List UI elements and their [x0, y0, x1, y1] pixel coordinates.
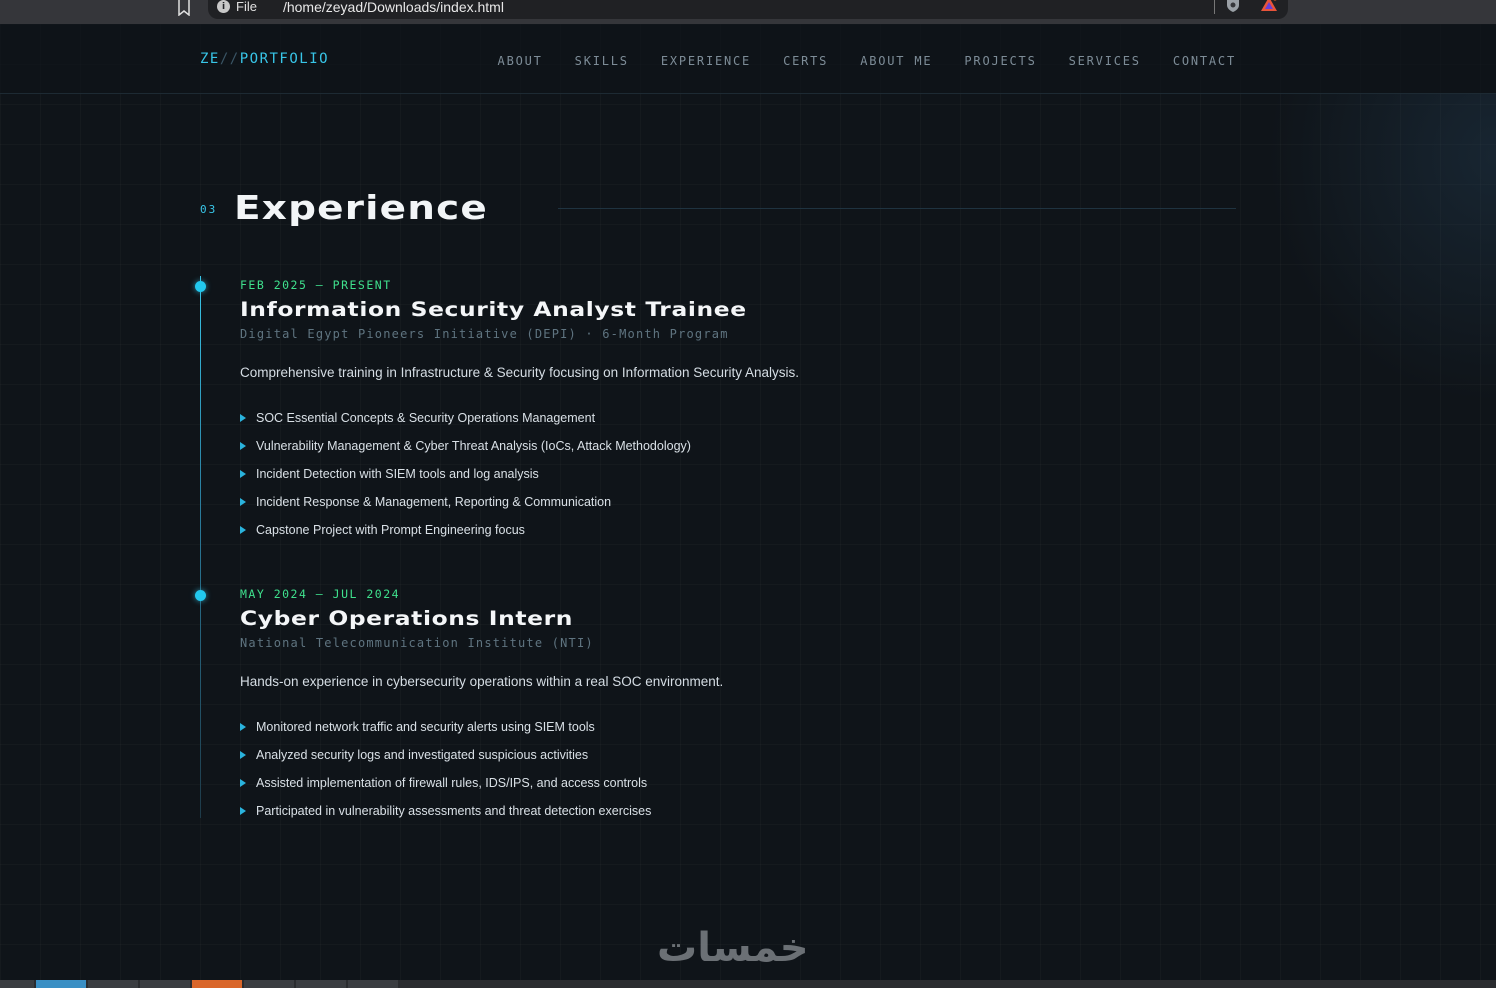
- entry-organization: Digital Egypt Pioneers Initiative (DEPI)…: [240, 327, 729, 341]
- triangle-bullet-icon: [240, 779, 246, 787]
- nav-link-about[interactable]: ABOUT: [498, 54, 543, 68]
- nav-menu: ABOUT SKILLS EXPERIENCE CERTS ABOUT ME P…: [498, 54, 1236, 68]
- list-item-text: Incident Detection with SIEM tools and l…: [256, 467, 539, 481]
- triangle-bullet-icon: [240, 470, 246, 478]
- os-taskbar: [0, 980, 1496, 988]
- url-text[interactable]: /home/zeyad/Downloads/index.html: [283, 0, 504, 15]
- nav-link-certs[interactable]: CERTS: [783, 54, 828, 68]
- taskbar-item[interactable]: [36, 980, 86, 988]
- section-divider: [558, 208, 1236, 209]
- taskbar-item[interactable]: [296, 980, 346, 988]
- watermark-logo: خمسات: [657, 925, 809, 971]
- timeline-dot: [195, 281, 206, 292]
- list-item-text: Analyzed security logs and investigated …: [256, 748, 589, 762]
- nav-link-experience[interactable]: EXPERIENCE: [661, 54, 751, 68]
- timeline-line: [200, 276, 201, 818]
- entry-date: FEB 2025 — PRESENT: [240, 278, 392, 292]
- list-item: SOC Essential Concepts & Security Operat…: [240, 404, 1140, 432]
- address-bar[interactable]: i File /home/zeyad/Downloads/index.html: [208, 0, 1288, 19]
- nav-link-projects[interactable]: PROJECTS: [964, 54, 1036, 68]
- list-item-text: Assisted implementation of firewall rule…: [256, 776, 648, 790]
- shield-icon[interactable]: [1226, 0, 1240, 12]
- triangle-bullet-icon: [240, 526, 246, 534]
- triangle-bullet-icon: [240, 807, 246, 815]
- logo-separator: //: [219, 51, 240, 67]
- timeline-dot: [195, 590, 206, 601]
- info-icon[interactable]: i: [217, 0, 230, 13]
- list-item: Assisted implementation of firewall rule…: [240, 769, 1140, 797]
- entry-bullet-list: SOC Essential Concepts & Security Operat…: [240, 404, 1140, 544]
- triangle-bullet-icon: [240, 723, 246, 731]
- list-item: Vulnerability Management & Cyber Threat …: [240, 432, 1140, 460]
- browser-toolbar: i File /home/zeyad/Downloads/index.html: [0, 0, 1496, 24]
- nav-link-about-me[interactable]: ABOUT ME: [860, 54, 932, 68]
- section-number: 03: [200, 203, 218, 216]
- address-divider: [1214, 0, 1215, 14]
- triangle-bullet-icon: [240, 442, 246, 450]
- list-item: Monitored network traffic and security a…: [240, 713, 1140, 741]
- entry-bullet-list: Monitored network traffic and security a…: [240, 713, 1140, 825]
- taskbar-item[interactable]: [244, 980, 294, 988]
- list-item-text: SOC Essential Concepts & Security Operat…: [256, 411, 596, 425]
- list-item-text: Vulnerability Management & Cyber Threat …: [256, 439, 691, 453]
- experience-entry: FEB 2025 — PRESENT Information Security …: [240, 278, 1140, 544]
- experience-entry: MAY 2024 — JUL 2024 Cyber Operations Int…: [240, 587, 1140, 825]
- triangle-bullet-icon: [240, 751, 246, 759]
- site-navbar: ZE//PORTFOLIO ABOUT SKILLS EXPERIENCE CE…: [0, 24, 1496, 94]
- list-item-text: Incident Response & Management, Reportin…: [256, 495, 612, 509]
- logo-prefix: ZE: [200, 51, 220, 67]
- extension-icon[interactable]: [1260, 0, 1278, 12]
- list-item: Capstone Project with Prompt Engineering…: [240, 516, 1140, 544]
- list-item: Participated in vulnerability assessment…: [240, 797, 1140, 825]
- taskbar-item[interactable]: [0, 980, 34, 988]
- list-item-text: Monitored network traffic and security a…: [256, 720, 595, 734]
- site-logo[interactable]: ZE//PORTFOLIO: [200, 51, 329, 67]
- entry-title: Information Security Analyst Trainee: [240, 298, 747, 321]
- logo-suffix: PORTFOLIO: [239, 51, 330, 67]
- triangle-bullet-icon: [240, 498, 246, 506]
- nav-link-services[interactable]: SERVICES: [1069, 54, 1141, 68]
- nav-link-contact[interactable]: CONTACT: [1173, 54, 1236, 68]
- list-item: Incident Detection with SIEM tools and l…: [240, 460, 1140, 488]
- taskbar-item[interactable]: [88, 980, 138, 988]
- triangle-bullet-icon: [240, 414, 246, 422]
- bookmark-icon[interactable]: [176, 0, 192, 16]
- taskbar-item[interactable]: [348, 980, 398, 988]
- list-item-text: Capstone Project with Prompt Engineering…: [256, 523, 525, 537]
- list-item-text: Participated in vulnerability assessment…: [256, 804, 652, 818]
- entry-date: MAY 2024 — JUL 2024: [240, 587, 401, 601]
- entry-organization: National Telecommunication Institute (NT…: [240, 636, 594, 650]
- taskbar-item[interactable]: [140, 980, 190, 988]
- section-title: Experience: [234, 188, 488, 227]
- corner-glow: [1266, 94, 1496, 404]
- entry-description: Hands-on experience in cybersecurity ope…: [240, 674, 724, 689]
- entry-title: Cyber Operations Intern: [240, 607, 574, 630]
- entry-description: Comprehensive training in Infrastructure…: [240, 365, 800, 380]
- scheme-label: File: [236, 0, 257, 14]
- taskbar-item[interactable]: [192, 980, 242, 988]
- nav-link-skills[interactable]: SKILLS: [575, 54, 629, 68]
- list-item: Incident Response & Management, Reportin…: [240, 488, 1140, 516]
- list-item: Analyzed security logs and investigated …: [240, 741, 1140, 769]
